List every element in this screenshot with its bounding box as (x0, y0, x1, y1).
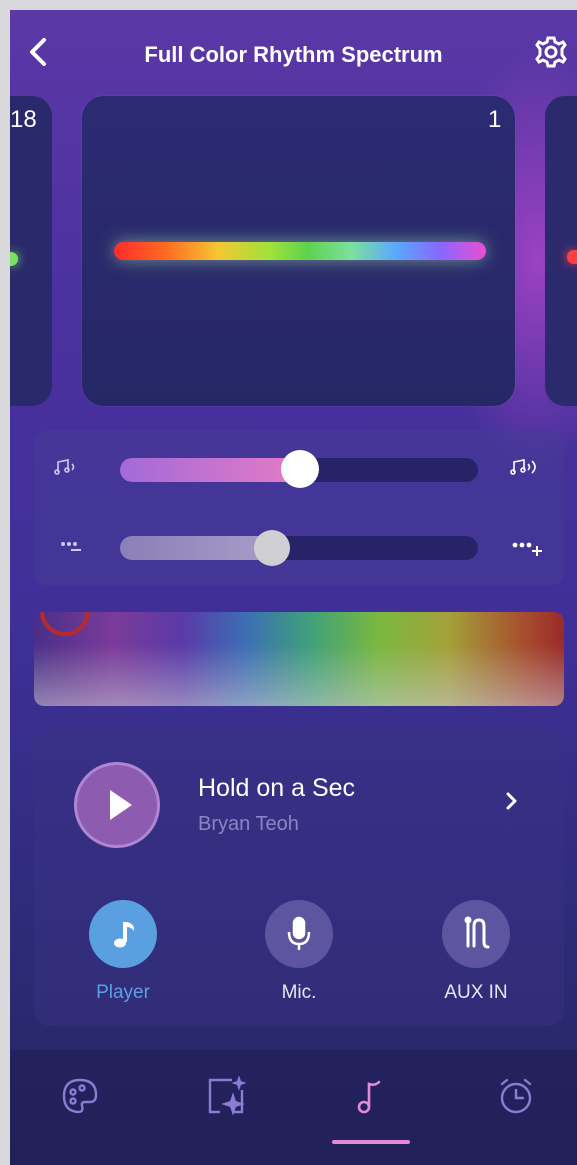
microphone-icon (287, 916, 311, 950)
color-palette-picker[interactable] (34, 612, 564, 706)
tab-color[interactable] (60, 1076, 100, 1116)
screenshot-frame-top (0, 0, 577, 10)
song-artist: Bryan Teoh (198, 813, 299, 835)
next-card-spectrum (567, 250, 577, 264)
sensitivity-slider-fill (120, 458, 301, 482)
effect-card-previous[interactable] (10, 96, 52, 406)
screenshot-frame-left (0, 0, 10, 1165)
gear-icon (535, 36, 567, 68)
dots-minus-icon (60, 540, 86, 559)
dots-plus-icon (512, 540, 542, 565)
palette-icon (62, 1078, 98, 1114)
play-button[interactable] (74, 762, 160, 848)
speed-slider-thumb[interactable] (253, 530, 290, 566)
tab-scenes[interactable] (206, 1075, 247, 1116)
sensitivity-slider-thumb[interactable] (281, 450, 320, 488)
mode-aux-button[interactable] (442, 900, 510, 968)
slider-panel (34, 430, 564, 586)
mode-player-button[interactable] (89, 900, 157, 968)
header: Full Color Rhythm Spectrum (10, 10, 577, 100)
mode-mic-button[interactable] (265, 900, 333, 968)
speed-slider[interactable] (120, 536, 478, 560)
current-card-number: 1 (488, 106, 502, 133)
chevron-right-icon (506, 792, 517, 810)
app-screen: Full Color Rhythm Spectrum 18 1 Hold on … (10, 10, 577, 1165)
mode-player-label: Player (96, 982, 150, 1003)
music-note-icon (357, 1080, 381, 1114)
song-details-chevron[interactable] (504, 788, 520, 821)
music-note-icon (114, 922, 135, 948)
mode-mic-label: Mic. (281, 982, 317, 1003)
song-title[interactable]: Hold on a Sec (198, 774, 355, 803)
page-title: Full Color Rhythm Spectrum (144, 42, 443, 67)
color-picker-handle[interactable] (40, 612, 90, 636)
spectrum-preview (114, 242, 486, 260)
active-tab-indicator (332, 1140, 410, 1144)
tab-music[interactable] (351, 1076, 391, 1116)
settings-button[interactable] (533, 34, 569, 70)
tab-timer[interactable] (496, 1076, 536, 1116)
scene-sparkle-icon (208, 1075, 247, 1116)
speed-slider-fill (120, 536, 272, 560)
music-note-loud-icon (510, 458, 544, 481)
alarm-clock-icon (500, 1078, 532, 1114)
previous-card-number: 18 (10, 106, 37, 133)
mode-aux-label: AUX IN (444, 982, 508, 1003)
play-icon (110, 790, 132, 820)
aux-cable-icon (464, 916, 490, 949)
music-note-quiet-icon (54, 458, 84, 481)
